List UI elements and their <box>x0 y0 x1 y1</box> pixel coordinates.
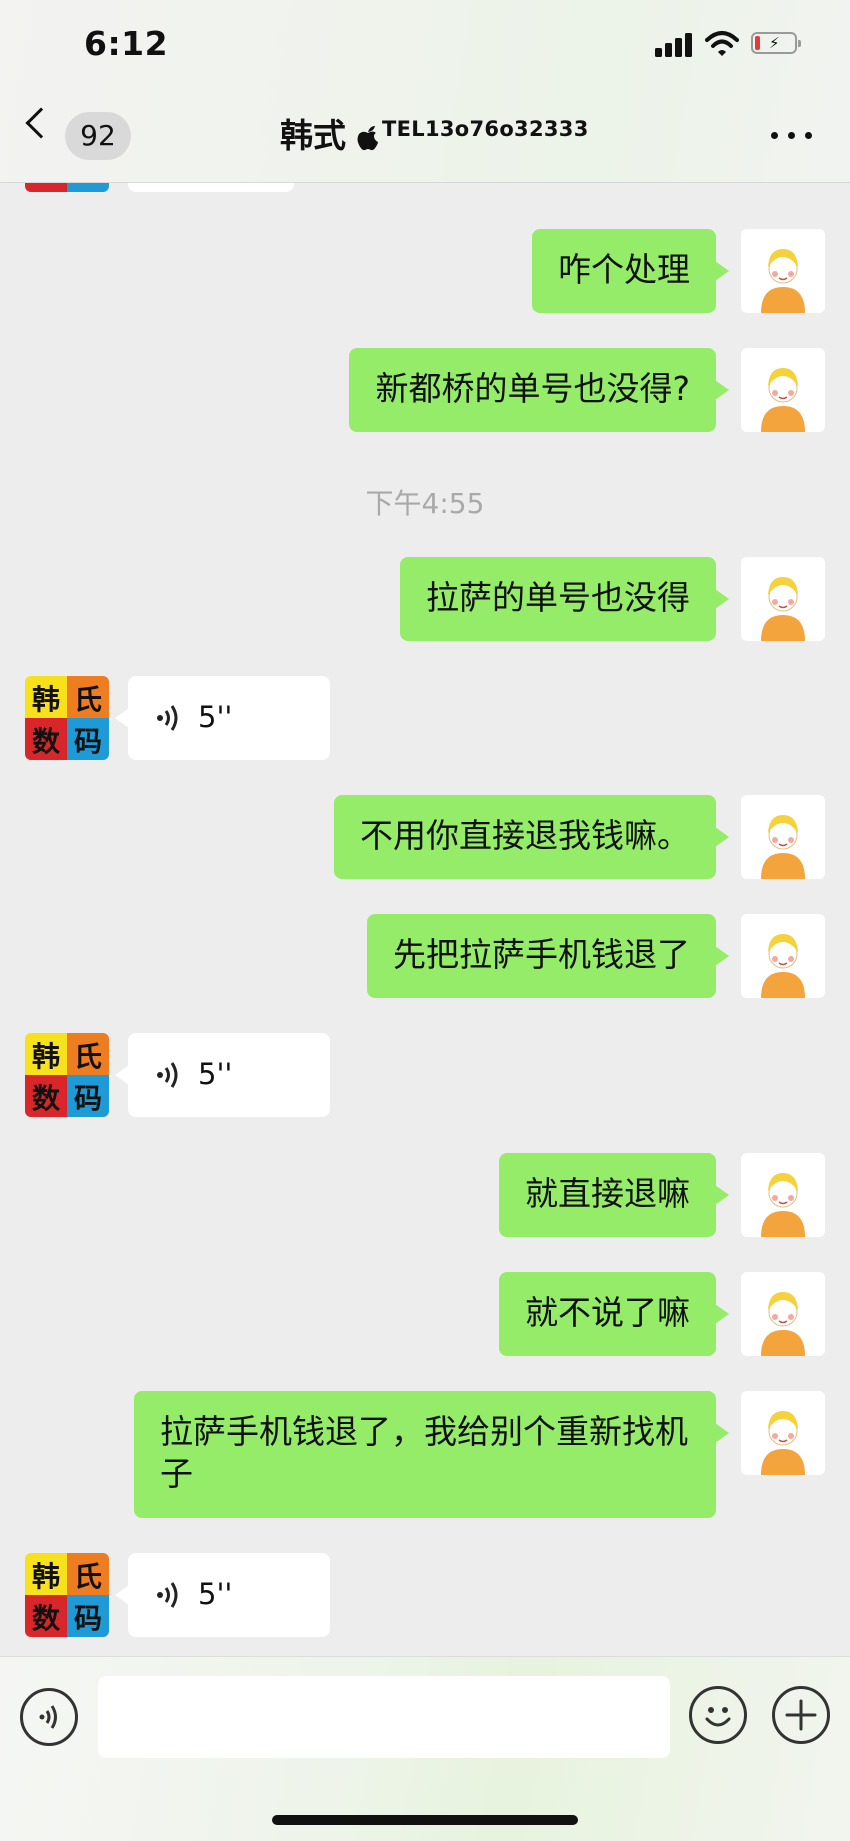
message-bubble-out[interactable]: 不用你直接退我钱嘛。 <box>334 795 729 879</box>
my-avatar[interactable] <box>741 1391 825 1475</box>
my-avatar[interactable] <box>741 348 825 432</box>
chat-area: 咋个处理 新都桥的单号也没得? 下午4:55 拉萨的单号也没得 韩 氏 数 码 … <box>0 0 850 1656</box>
message-bubble-out[interactable]: 拉萨的单号也没得 <box>400 557 729 641</box>
plus-icon <box>785 1699 817 1731</box>
voice-duration: 5'' <box>198 1577 233 1611</box>
status-bar-time: 6:12 <box>84 24 169 63</box>
shop-avatar[interactable]: 韩 氏 数 码 <box>25 1553 109 1637</box>
voice-duration: 5'' <box>198 1057 233 1091</box>
home-indicator[interactable] <box>272 1815 578 1825</box>
emoji-button[interactable] <box>689 1686 747 1744</box>
message-bubble-out[interactable]: 拉萨手机钱退了，我给别个重新找机子 <box>134 1391 729 1518</box>
chat-header: 6:12 ⚡ 92 韩式 TEL13o76o32333 <box>0 0 850 183</box>
message-bubble-out[interactable]: 先把拉萨手机钱退了 <box>367 914 729 998</box>
voice-wave-icon <box>157 1062 178 1088</box>
voice-message-bubble[interactable]: 5'' <box>115 676 330 760</box>
my-avatar[interactable] <box>741 795 825 879</box>
voice-message-bubble[interactable]: 5'' <box>115 1553 330 1637</box>
shop-avatar-char: 码 <box>74 725 102 758</box>
message-bubble-out[interactable]: 就直接退嘛 <box>499 1153 729 1237</box>
apple-logo-icon <box>357 126 378 151</box>
shop-avatar-char: 韩 <box>32 683 60 716</box>
input-toolbar <box>0 1656 850 1841</box>
message-input[interactable] <box>98 1676 670 1758</box>
my-avatar[interactable] <box>741 1153 825 1237</box>
my-avatar[interactable] <box>741 914 825 998</box>
my-avatar[interactable] <box>741 1272 825 1356</box>
shop-avatar-char: 码 <box>74 1082 102 1115</box>
unread-count-badge[interactable]: 92 <box>65 112 131 160</box>
smiley-icon <box>705 1707 731 1727</box>
voice-duration: 5'' <box>198 700 233 734</box>
shop-avatar[interactable]: 韩 氏 数 码 <box>25 1033 109 1117</box>
shop-avatar-char: 氏 <box>74 1040 102 1073</box>
shop-avatar-char: 码 <box>74 1602 102 1635</box>
shop-avatar-char: 数 <box>32 1602 61 1635</box>
charging-bolt-icon: ⚡ <box>769 34 780 52</box>
voice-input-button[interactable] <box>20 1688 78 1746</box>
battery-icon: ⚡ <box>751 32 801 54</box>
my-avatar[interactable] <box>741 229 825 313</box>
voice-wave-icon <box>39 1705 57 1729</box>
message-bubble-out[interactable]: 就不说了嘛 <box>499 1272 729 1356</box>
shop-avatar-char: 韩 <box>32 1560 60 1593</box>
more-options-icon[interactable] <box>771 132 813 140</box>
chat-title-tel: TEL13o76o32333 <box>382 117 589 141</box>
voice-wave-icon <box>157 1582 178 1608</box>
voice-message-bubble[interactable]: 5'' <box>115 1033 330 1117</box>
message-bubble-out[interactable]: 咋个处理 <box>532 229 729 313</box>
shop-avatar-char: 氏 <box>74 1560 102 1593</box>
signal-strength-icon <box>655 33 693 57</box>
back-arrow-icon[interactable] <box>25 107 57 139</box>
message-bubble-out[interactable]: 新都桥的单号也没得? <box>349 348 729 432</box>
shop-avatar-char: 氏 <box>74 683 102 716</box>
time-separator: 下午4:55 <box>365 487 485 520</box>
wifi-icon <box>705 31 739 56</box>
shop-avatar-char: 数 <box>32 1082 61 1115</box>
my-avatar[interactable] <box>741 557 825 641</box>
voice-wave-icon <box>157 705 178 731</box>
shop-avatar-char: 韩 <box>32 1040 60 1073</box>
chat-title: 韩式 <box>280 116 346 155</box>
shop-avatar[interactable]: 韩 氏 数 码 <box>25 676 109 760</box>
shop-avatar-char: 数 <box>32 725 61 758</box>
more-actions-button[interactable] <box>772 1686 830 1744</box>
